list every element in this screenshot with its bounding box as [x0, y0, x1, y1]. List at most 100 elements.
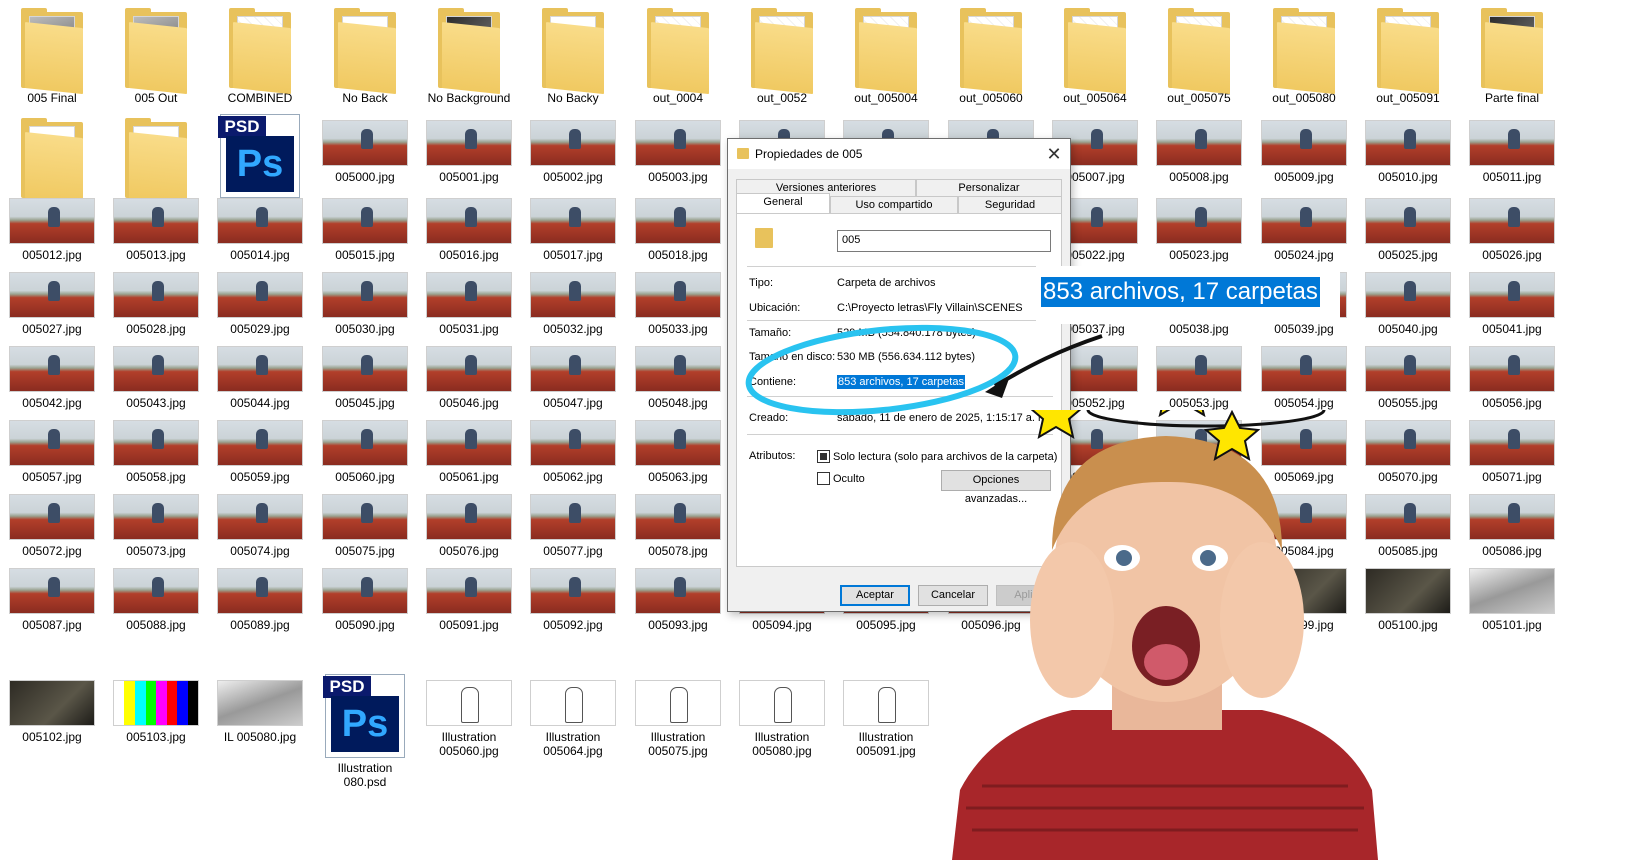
file-item[interactable]: 005046.jpg — [417, 336, 521, 410]
file-item[interactable]: 005017.jpg — [521, 188, 625, 262]
file-item[interactable]: 005087.jpg — [0, 558, 104, 632]
tab-seguridad[interactable]: Seguridad — [958, 196, 1062, 213]
file-item[interactable]: 005092.jpg — [521, 558, 625, 632]
file-item[interactable]: 005009.jpg — [1252, 110, 1356, 184]
file-item[interactable]: 005003.jpg — [626, 110, 730, 184]
folder-name-input[interactable]: 005 — [837, 230, 1051, 252]
file-item[interactable]: 005073.jpg — [104, 484, 208, 558]
file-item[interactable]: 005076.jpg — [417, 484, 521, 558]
file-item[interactable]: IL 005080.jpg — [208, 670, 312, 744]
ok-button[interactable]: Aceptar — [840, 585, 910, 606]
folder-item[interactable]: out_005075 — [1147, 0, 1251, 105]
image-thumbnail — [426, 120, 512, 166]
file-item[interactable]: 005048.jpg — [626, 336, 730, 410]
folder-item[interactable]: 005 Out — [104, 0, 208, 105]
file-item[interactable]: 005102.jpg — [0, 670, 104, 744]
folder-item[interactable]: No Background — [417, 0, 521, 105]
file-item[interactable]: 005025.jpg — [1356, 188, 1460, 262]
folder-item[interactable]: Parte final — [1460, 0, 1564, 105]
file-item[interactable]: 005014.jpg — [208, 188, 312, 262]
file-item[interactable]: Illustration 005064.jpg — [521, 670, 625, 758]
file-item[interactable]: 005058.jpg — [104, 410, 208, 484]
contains-value[interactable]: 853 archivos, 17 carpetas — [837, 375, 965, 389]
file-item[interactable]: 005103.jpg — [104, 670, 208, 744]
file-item[interactable]: 005013.jpg — [104, 188, 208, 262]
folder-item[interactable]: out_005060 — [939, 0, 1043, 105]
file-item[interactable]: 005018.jpg — [626, 188, 730, 262]
tab-personalizar[interactable]: Personalizar — [916, 179, 1062, 196]
file-item[interactable]: 005047.jpg — [521, 336, 625, 410]
file-item[interactable]: 005057.jpg — [0, 410, 104, 484]
file-item[interactable]: 005024.jpg — [1252, 188, 1356, 262]
file-item[interactable]: 005091.jpg — [417, 558, 521, 632]
file-item[interactable]: 005023.jpg — [1147, 188, 1251, 262]
file-item[interactable]: 005060.jpg — [313, 410, 417, 484]
file-item[interactable]: 005061.jpg — [417, 410, 521, 484]
file-item[interactable]: 005043.jpg — [104, 336, 208, 410]
file-item[interactable]: Illustration 005080.jpg — [730, 670, 834, 758]
file-item[interactable]: 005072.jpg — [0, 484, 104, 558]
file-item[interactable]: PSD Ps Illustration 080.psd — [313, 670, 417, 789]
file-item[interactable]: 005045.jpg — [313, 336, 417, 410]
file-item[interactable]: 005063.jpg — [626, 410, 730, 484]
folder-item[interactable]: No Back — [313, 0, 417, 105]
folder-item[interactable]: No Backy — [521, 0, 625, 105]
file-item[interactable]: 005054.jpg — [1252, 336, 1356, 410]
file-item[interactable]: 005078.jpg — [626, 484, 730, 558]
file-item[interactable]: 005040.jpg — [1356, 262, 1460, 336]
file-item[interactable]: 005008.jpg — [1147, 110, 1251, 184]
readonly-checkbox[interactable] — [817, 450, 830, 463]
file-item[interactable]: 005012.jpg — [0, 188, 104, 262]
file-item[interactable]: Illustration 005060.jpg — [417, 670, 521, 758]
file-item[interactable]: 005027.jpg — [0, 262, 104, 336]
file-item[interactable]: 005089.jpg — [208, 558, 312, 632]
file-item[interactable]: 005044.jpg — [208, 336, 312, 410]
folder-item[interactable]: out_005064 — [1043, 0, 1147, 105]
location-value: C:\Proyecto letras\Fly Villain\SCENES — [837, 302, 1023, 314]
file-item[interactable]: 005016.jpg — [417, 188, 521, 262]
tab-general[interactable]: General — [736, 193, 830, 213]
file-item[interactable]: 005075.jpg — [313, 484, 417, 558]
folder-item[interactable]: out_0004 — [626, 0, 730, 105]
file-item[interactable]: 005030.jpg — [313, 262, 417, 336]
file-item[interactable]: 005093.jpg — [626, 558, 730, 632]
file-item[interactable]: 005031.jpg — [417, 262, 521, 336]
file-item[interactable]: 005010.jpg — [1356, 110, 1460, 184]
file-item[interactable]: 005077.jpg — [521, 484, 625, 558]
file-item[interactable]: 005090.jpg — [313, 558, 417, 632]
file-item[interactable]: 005001.jpg — [417, 110, 521, 184]
folder-item[interactable]: 005 Final — [0, 0, 104, 105]
file-item[interactable]: 005033.jpg — [626, 262, 730, 336]
file-item[interactable]: 005062.jpg — [521, 410, 625, 484]
file-item[interactable]: 005032.jpg — [521, 262, 625, 336]
file-item[interactable]: 005071.jpg — [1460, 410, 1564, 484]
file-item[interactable]: 005011.jpg — [1460, 110, 1564, 184]
close-button[interactable]: ✕ — [1040, 141, 1068, 167]
folder-item[interactable]: COMBINED — [208, 0, 312, 105]
file-item[interactable]: 005056.jpg — [1460, 336, 1564, 410]
file-item[interactable]: 005086.jpg — [1460, 484, 1564, 558]
file-item[interactable]: 005041.jpg — [1460, 262, 1564, 336]
file-item[interactable]: 005015.jpg — [313, 188, 417, 262]
file-item[interactable]: 005055.jpg — [1356, 336, 1460, 410]
file-item[interactable]: 005028.jpg — [104, 262, 208, 336]
file-item[interactable]: Illustration 005075.jpg — [626, 670, 730, 758]
file-item[interactable]: 005088.jpg — [104, 558, 208, 632]
file-item[interactable]: 005002.jpg — [521, 110, 625, 184]
dialog-titlebar[interactable]: Propiedades de 005 ✕ — [728, 139, 1070, 169]
folder-item[interactable]: out_005004 — [834, 0, 938, 105]
file-item[interactable]: 005053.jpg — [1147, 336, 1251, 410]
hidden-checkbox[interactable] — [817, 472, 830, 485]
tab-uso-compartido[interactable]: Uso compartido — [830, 196, 958, 213]
file-item[interactable]: 005000.jpg — [313, 110, 417, 184]
file-item[interactable]: 005074.jpg — [208, 484, 312, 558]
file-item[interactable]: 005029.jpg — [208, 262, 312, 336]
file-item[interactable]: 005026.jpg — [1460, 188, 1564, 262]
file-item[interactable]: 005042.jpg — [0, 336, 104, 410]
folder-item[interactable]: out_0052 — [730, 0, 834, 105]
folder-item[interactable]: out_005091 — [1356, 0, 1460, 105]
file-item[interactable]: Illustration 005091.jpg — [834, 670, 938, 758]
folder-item[interactable]: out_005080 — [1252, 0, 1356, 105]
file-item[interactable]: 005059.jpg — [208, 410, 312, 484]
file-item[interactable]: 005101.jpg — [1460, 558, 1564, 632]
